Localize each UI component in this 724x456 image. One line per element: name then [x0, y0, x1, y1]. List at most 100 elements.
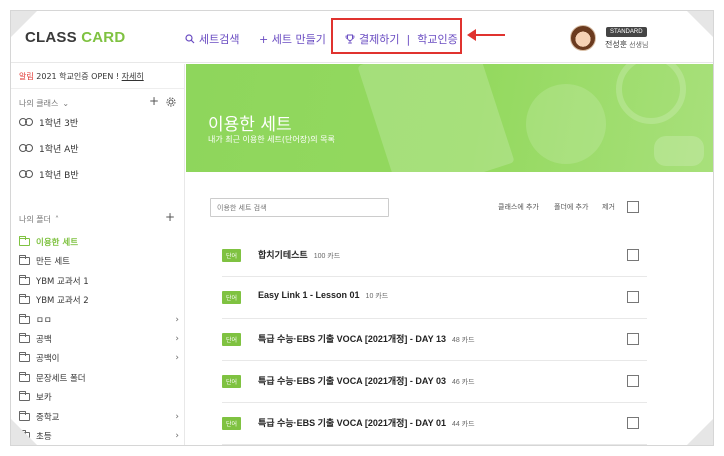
app-window: CLASS CARD 세트검색 + 세트 만들기 결제하기 | 학교인증 STA… [10, 10, 714, 446]
row-checkbox[interactable] [627, 375, 639, 387]
notice-tag: 알림 [19, 72, 34, 81]
set-title[interactable]: 합치기테스트 100 카드 [258, 248, 340, 261]
sidebar-item-folder[interactable]: 문장세트 폴더 [19, 371, 179, 384]
sidebar-item-label: 1학년 A반 [39, 145, 79, 155]
nav-make-set[interactable]: + 세트 만들기 [259, 31, 326, 47]
set-title-text: Easy Link 1 - Lesson 01 [258, 290, 360, 300]
sidebar-item-label: YBM 교과서 2 [36, 296, 89, 307]
chevron-right-icon[interactable]: › [175, 315, 179, 325]
annotation-arrow [467, 29, 505, 41]
list-item[interactable]: 단어 특급 수능·EBS 기출 VOCA [2021개정] - DAY 13 48 … [222, 319, 647, 361]
add-class-icon[interactable]: + [149, 94, 159, 108]
set-title[interactable]: 특급 수능·EBS 기출 VOCA [2021개정] - DAY 03 46 카드 [258, 374, 475, 387]
logo[interactable]: CLASS CARD [25, 29, 125, 46]
corner-decoration [687, 11, 713, 37]
sidebar-item-label: 공백이 [36, 354, 60, 365]
folder-icon [19, 274, 30, 285]
sidebar-item-label: YBM 교과서 1 [36, 276, 89, 287]
nav-payment-group: 결제하기 | 학교인증 [345, 31, 458, 47]
set-search-input[interactable] [210, 198, 389, 217]
type-badge: 단어 [222, 249, 242, 262]
user-name-text: 전성훈 [605, 40, 628, 49]
nav-school-auth-link[interactable]: 학교인증 [417, 31, 457, 47]
folder-icon [19, 391, 30, 402]
nav-set-search-label: 세트검색 [199, 33, 240, 46]
notice-detail-link[interactable]: 자세히 [122, 72, 144, 81]
chevron-right-icon[interactable]: › [175, 353, 179, 363]
list-item[interactable]: 단어 합치기테스트 100 카드 [222, 235, 647, 277]
folder-icon [19, 255, 30, 266]
add-to-folder-button[interactable]: 폴더에 추가 [554, 202, 588, 212]
notebook-decoration [357, 64, 515, 172]
set-title[interactable]: 특급 수능·EBS 기출 VOCA [2021개정] - DAY 01 44 카드 [258, 416, 475, 429]
row-checkbox[interactable] [627, 417, 639, 429]
user-role: 선생님 [629, 41, 649, 49]
add-to-class-button[interactable]: 클래스에 추가 [498, 202, 539, 212]
card-count: 48 카드 [451, 337, 475, 344]
hero-banner: 이용한 세트 내가 최근 이용한 세트(단어장)의 목록 [186, 64, 713, 172]
main-content: 이용한 세트 내가 최근 이용한 세트(단어장)의 목록 클래스에 추가 폴더에… [186, 64, 713, 445]
page-title: 이용한 세트 [208, 115, 292, 135]
chevron-right-icon[interactable]: › [175, 334, 179, 344]
sidebar-item-folder[interactable]: 공백 › [19, 333, 179, 345]
corner-decoration [11, 419, 37, 445]
avatar[interactable] [570, 25, 596, 51]
list-item[interactable]: 단어 Easy Link 1 - Lesson 01 10 카드 [222, 277, 647, 319]
sidebar-item-label: 공백 [36, 335, 52, 345]
class-section-title[interactable]: 나의 클래스 ⌄ [19, 98, 69, 109]
sidebar-item-label: 중학교 [36, 412, 60, 423]
chevron-right-icon[interactable]: › [175, 412, 179, 422]
folder-icon [19, 236, 30, 246]
nav-set-search[interactable]: 세트검색 [185, 31, 239, 47]
type-badge: 단어 [222, 417, 242, 430]
row-checkbox[interactable] [627, 333, 639, 345]
gear-icon[interactable] [166, 97, 176, 107]
sidebar-item-class[interactable]: 1학년 A반 [19, 142, 179, 155]
sidebar-item-class[interactable]: 1학년 3반 [19, 116, 179, 129]
set-title[interactable]: 특급 수능·EBS 기출 VOCA [2021개정] - DAY 13 48 카드 [258, 332, 475, 345]
list-item[interactable]: 단어 특급 수능·EBS 기출 VOCA [2021개정] - DAY 01 44 … [222, 403, 647, 445]
chevron-right-icon[interactable]: › [175, 431, 179, 441]
set-title-text: 특급 수능·EBS 기출 VOCA [2021개정] - DAY 01 [258, 418, 446, 428]
type-badge: 단어 [222, 375, 242, 388]
list-item[interactable]: 단어 특급 수능·EBS 기출 VOCA [2021개정] - DAY 03 46 … [222, 361, 647, 403]
type-badge: 단어 [222, 333, 242, 346]
sidebar-item-folder[interactable]: 만든 세트 [19, 255, 179, 267]
add-folder-icon[interactable]: + [165, 210, 175, 224]
sidebar-item-label: 이용한 세트 [36, 238, 79, 248]
divider [11, 88, 184, 89]
folder-icon [19, 313, 30, 324]
card-count: 100 카드 [313, 253, 341, 260]
sidebar-item-folder[interactable]: 공백이 › [19, 352, 179, 364]
people-icon [19, 170, 33, 179]
sidebar-item-folder[interactable]: ㅁㅁ › [19, 313, 179, 326]
sidebar-item-label: 보카 [36, 393, 52, 404]
folder-section-title[interactable]: 나의 폴더 ˄ [19, 214, 59, 225]
remove-button[interactable]: 제거 [602, 202, 615, 212]
sidebar-item-label: ㅁㅁ [36, 315, 52, 326]
sidebar: 알림 2021 학교인증 OPEN ! 자세히 나의 클래스 ⌄ + 1학년 3… [11, 64, 185, 445]
sidebar-item-folder[interactable]: 중학교 › [19, 410, 179, 423]
plan-badge: STANDARD [606, 27, 647, 37]
row-checkbox[interactable] [627, 291, 639, 303]
sidebar-item-class[interactable]: 1학년 B반 [19, 168, 179, 181]
people-icon [19, 118, 33, 127]
class-section-label: 나의 클래스 [19, 99, 59, 108]
cup-decoration [526, 84, 606, 164]
row-checkbox[interactable] [627, 249, 639, 261]
sidebar-item-folder[interactable]: 이용한 세트 [19, 236, 179, 248]
sidebar-item-folder[interactable]: 보카 [19, 391, 179, 403]
sidebar-item-folder[interactable]: YBM 교과서 1 [19, 274, 179, 287]
clip-decoration [654, 136, 704, 166]
sidebar-item-folder[interactable]: YBM 교과서 2 [19, 294, 179, 306]
sidebar-item-label: 초등 [36, 432, 52, 442]
sidebar-item-folder[interactable]: 초등 › [19, 430, 179, 442]
set-title-text: 합치기테스트 [258, 250, 308, 260]
set-title[interactable]: Easy Link 1 - Lesson 01 10 카드 [258, 290, 388, 301]
select-all-checkbox[interactable] [627, 201, 639, 213]
card-count: 10 카드 [365, 293, 389, 300]
user-name[interactable]: 전성훈 선생님 [605, 39, 648, 50]
nav-payment-link[interactable]: 결제하기 [359, 31, 399, 47]
notice-text: 2021 학교인증 OPEN ! [36, 72, 120, 81]
folder-icon [19, 294, 30, 305]
